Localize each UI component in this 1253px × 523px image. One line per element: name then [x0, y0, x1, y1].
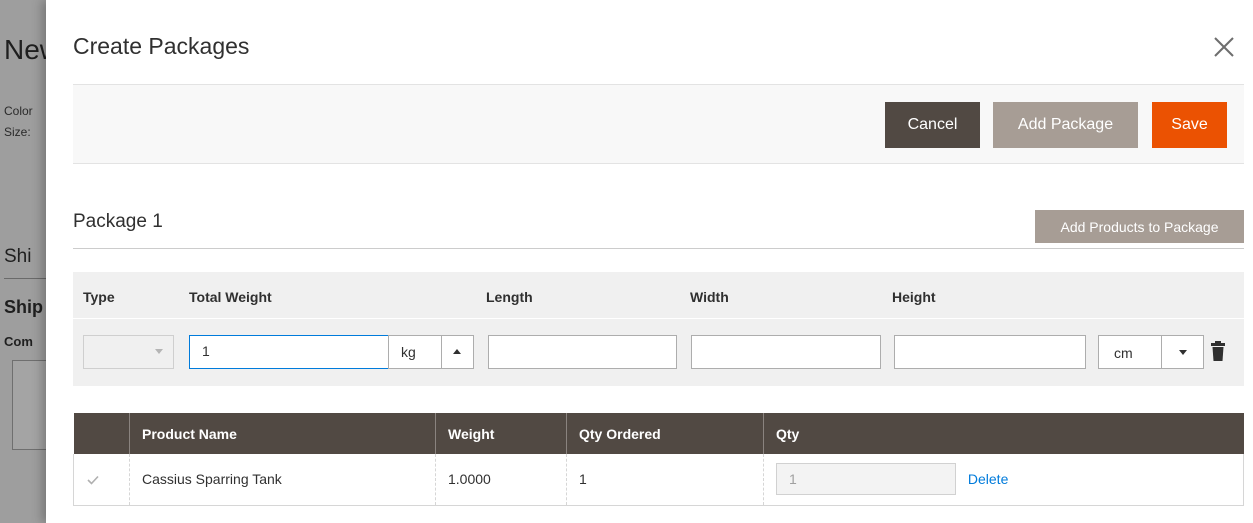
delete-link[interactable]: Delete — [968, 471, 1008, 487]
weight-cell: 1.0000 — [435, 454, 567, 506]
column-header-select — [73, 413, 130, 454]
add-products-to-package-button[interactable]: Add Products to Package — [1035, 210, 1244, 243]
cancel-button[interactable]: Cancel — [885, 102, 980, 148]
type-select[interactable] — [83, 335, 174, 369]
background-page: New Color Size: Shi Ship Com — [0, 0, 46, 523]
total-weight-input[interactable]: 1 — [189, 335, 389, 369]
product-name-cell: Cassius Sparring Tank — [129, 454, 436, 506]
package-divider — [73, 248, 1244, 249]
column-header-product-name: Product Name — [129, 413, 436, 454]
checkbox[interactable] — [86, 473, 100, 487]
background-section-title: Shi — [4, 246, 32, 267]
column-header-qty-ordered: Qty Ordered — [566, 413, 764, 454]
background-comment-box — [12, 360, 46, 450]
background-heading: New — [4, 34, 46, 65]
table-header-row: Product Name Weight Qty Ordered Qty — [73, 413, 1244, 454]
length-header: Length — [486, 289, 533, 305]
modal-title: Create Packages — [73, 33, 250, 59]
width-header: Width — [690, 289, 729, 305]
qty-cell: 1 Delete — [763, 454, 1244, 506]
products-table: Product Name Weight Qty Ordered Qty Cass… — [73, 413, 1244, 506]
weight-unit-select[interactable]: kg — [388, 335, 474, 369]
background-color-label: Color — [4, 104, 33, 118]
close-icon[interactable] — [1207, 30, 1241, 64]
weight-unit-value: kg — [401, 344, 416, 360]
modal-actions-bar: Cancel Add Package Save — [73, 84, 1244, 164]
length-input[interactable] — [488, 335, 677, 369]
add-package-button[interactable]: Add Package — [993, 102, 1138, 148]
table-row: Cassius Sparring Tank 1.0000 1 1 Delete — [73, 454, 1244, 506]
dimension-unit-divider — [1161, 336, 1162, 368]
dimension-unit-select[interactable]: cm — [1098, 335, 1204, 369]
qty-ordered-cell: 1 — [566, 454, 764, 506]
package-dimensions-panel: Type Total Weight Length Width Height 1 … — [73, 272, 1244, 386]
dimension-unit-value: cm — [1114, 345, 1133, 361]
total-weight-header: Total Weight — [189, 289, 272, 305]
chevron-up-icon — [453, 349, 461, 354]
package-dimensions-row: 1 kg cm — [73, 318, 1244, 386]
chevron-down-icon — [1179, 350, 1187, 355]
background-section-subtitle: Ship — [4, 297, 43, 317]
background-size-label: Size: — [4, 125, 31, 139]
height-header: Height — [892, 289, 936, 305]
type-header: Type — [83, 289, 115, 305]
chevron-down-icon — [155, 349, 163, 354]
create-packages-modal: Create Packages Cancel Add Package Save … — [46, 0, 1253, 523]
qty-input[interactable]: 1 — [776, 463, 956, 496]
column-header-qty: Qty — [763, 413, 1244, 454]
height-input[interactable] — [894, 335, 1086, 369]
column-header-weight: Weight — [435, 413, 567, 454]
background-divider — [4, 278, 46, 279]
row-select-cell — [73, 454, 130, 506]
width-input[interactable] — [691, 335, 881, 369]
save-button[interactable]: Save — [1152, 102, 1227, 148]
package-title: Package 1 — [73, 211, 163, 232]
weight-unit-divider — [441, 336, 442, 368]
trash-icon[interactable] — [1211, 341, 1225, 361]
background-comment-label: Com — [4, 334, 33, 349]
